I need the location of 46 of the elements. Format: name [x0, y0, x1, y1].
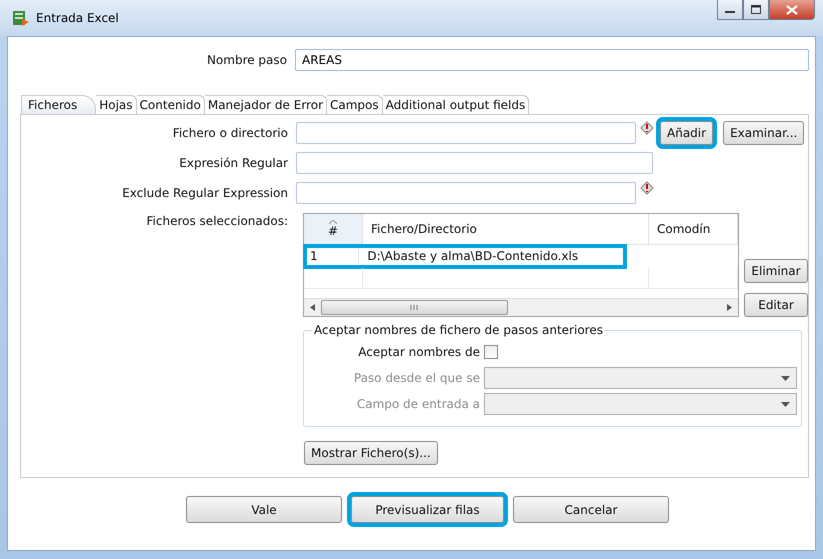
tab[interactable]: Hojas — [96, 95, 137, 114]
selected-files-label: Ficheros seleccionados: — [146, 213, 289, 228]
scroll-left-icon[interactable] — [310, 304, 315, 311]
field-label: Paso desde el que se — [352, 371, 481, 385]
column-header[interactable]: Comodín — [649, 214, 738, 244]
cancel-button[interactable]: Cancelar — [513, 496, 669, 523]
tab[interactable]: Contenido — [136, 95, 205, 114]
maximize-button[interactable] — [743, 0, 769, 20]
variable-icon — [640, 121, 654, 135]
table-cell: 1 — [304, 245, 360, 267]
tab[interactable]: Additional output fields — [382, 95, 530, 114]
regex-label: Expresión Regular — [178, 156, 289, 170]
accept-names-label: Aceptar nombres de — [357, 345, 481, 359]
group-title: Aceptar nombres de fichero de pasos anteriores — [313, 323, 604, 337]
tab[interactable]: Manejador de Error — [204, 95, 327, 114]
maximize-icon — [751, 5, 761, 14]
show-files-button[interactable]: Mostrar Fichero(s)... — [304, 441, 438, 465]
window-title: Entrada Excel — [36, 11, 120, 25]
field-label: Campo de entrada a — [356, 397, 481, 411]
caret-icon — [781, 402, 790, 406]
browse-button[interactable]: Examinar... — [723, 121, 804, 145]
step-name-field[interactable]: AREAS — [295, 49, 809, 71]
file-label: Fichero o directorio — [172, 126, 289, 140]
regex-field[interactable] — [296, 152, 653, 174]
sort-icon — [329, 220, 337, 224]
scroll-right-icon[interactable] — [727, 304, 732, 311]
column-header[interactable]: # — [304, 214, 363, 244]
exclude-regex-field[interactable] — [296, 182, 636, 204]
tab[interactable]: Campos — [327, 95, 383, 114]
table-cell: D:\Abaste y alma\BD-Contenido.xls — [359, 245, 626, 267]
edit-button[interactable]: Editar — [744, 293, 808, 317]
exclude-regex-label: Exclude Regular Expression — [121, 186, 289, 200]
spreadsheet-icon — [12, 9, 30, 27]
caret-icon — [781, 376, 790, 380]
minimize-button[interactable] — [717, 0, 743, 20]
close-button[interactable] — [769, 0, 815, 20]
tab[interactable]: Ficheros — [21, 95, 96, 114]
column-header[interactable]: Fichero/Directorio — [363, 214, 649, 244]
ok-button[interactable]: Vale — [186, 496, 342, 523]
step-name-label: Nombre paso — [206, 53, 288, 67]
delete-button[interactable]: Eliminar — [744, 259, 808, 283]
variable-icon — [640, 181, 654, 195]
checkbox[interactable] — [484, 345, 498, 359]
file-field[interactable] — [296, 122, 636, 144]
close-icon — [786, 4, 798, 14]
table-row[interactable]: 1 D:\Abaste y alma\BD-Contenido.xls — [304, 245, 626, 268]
